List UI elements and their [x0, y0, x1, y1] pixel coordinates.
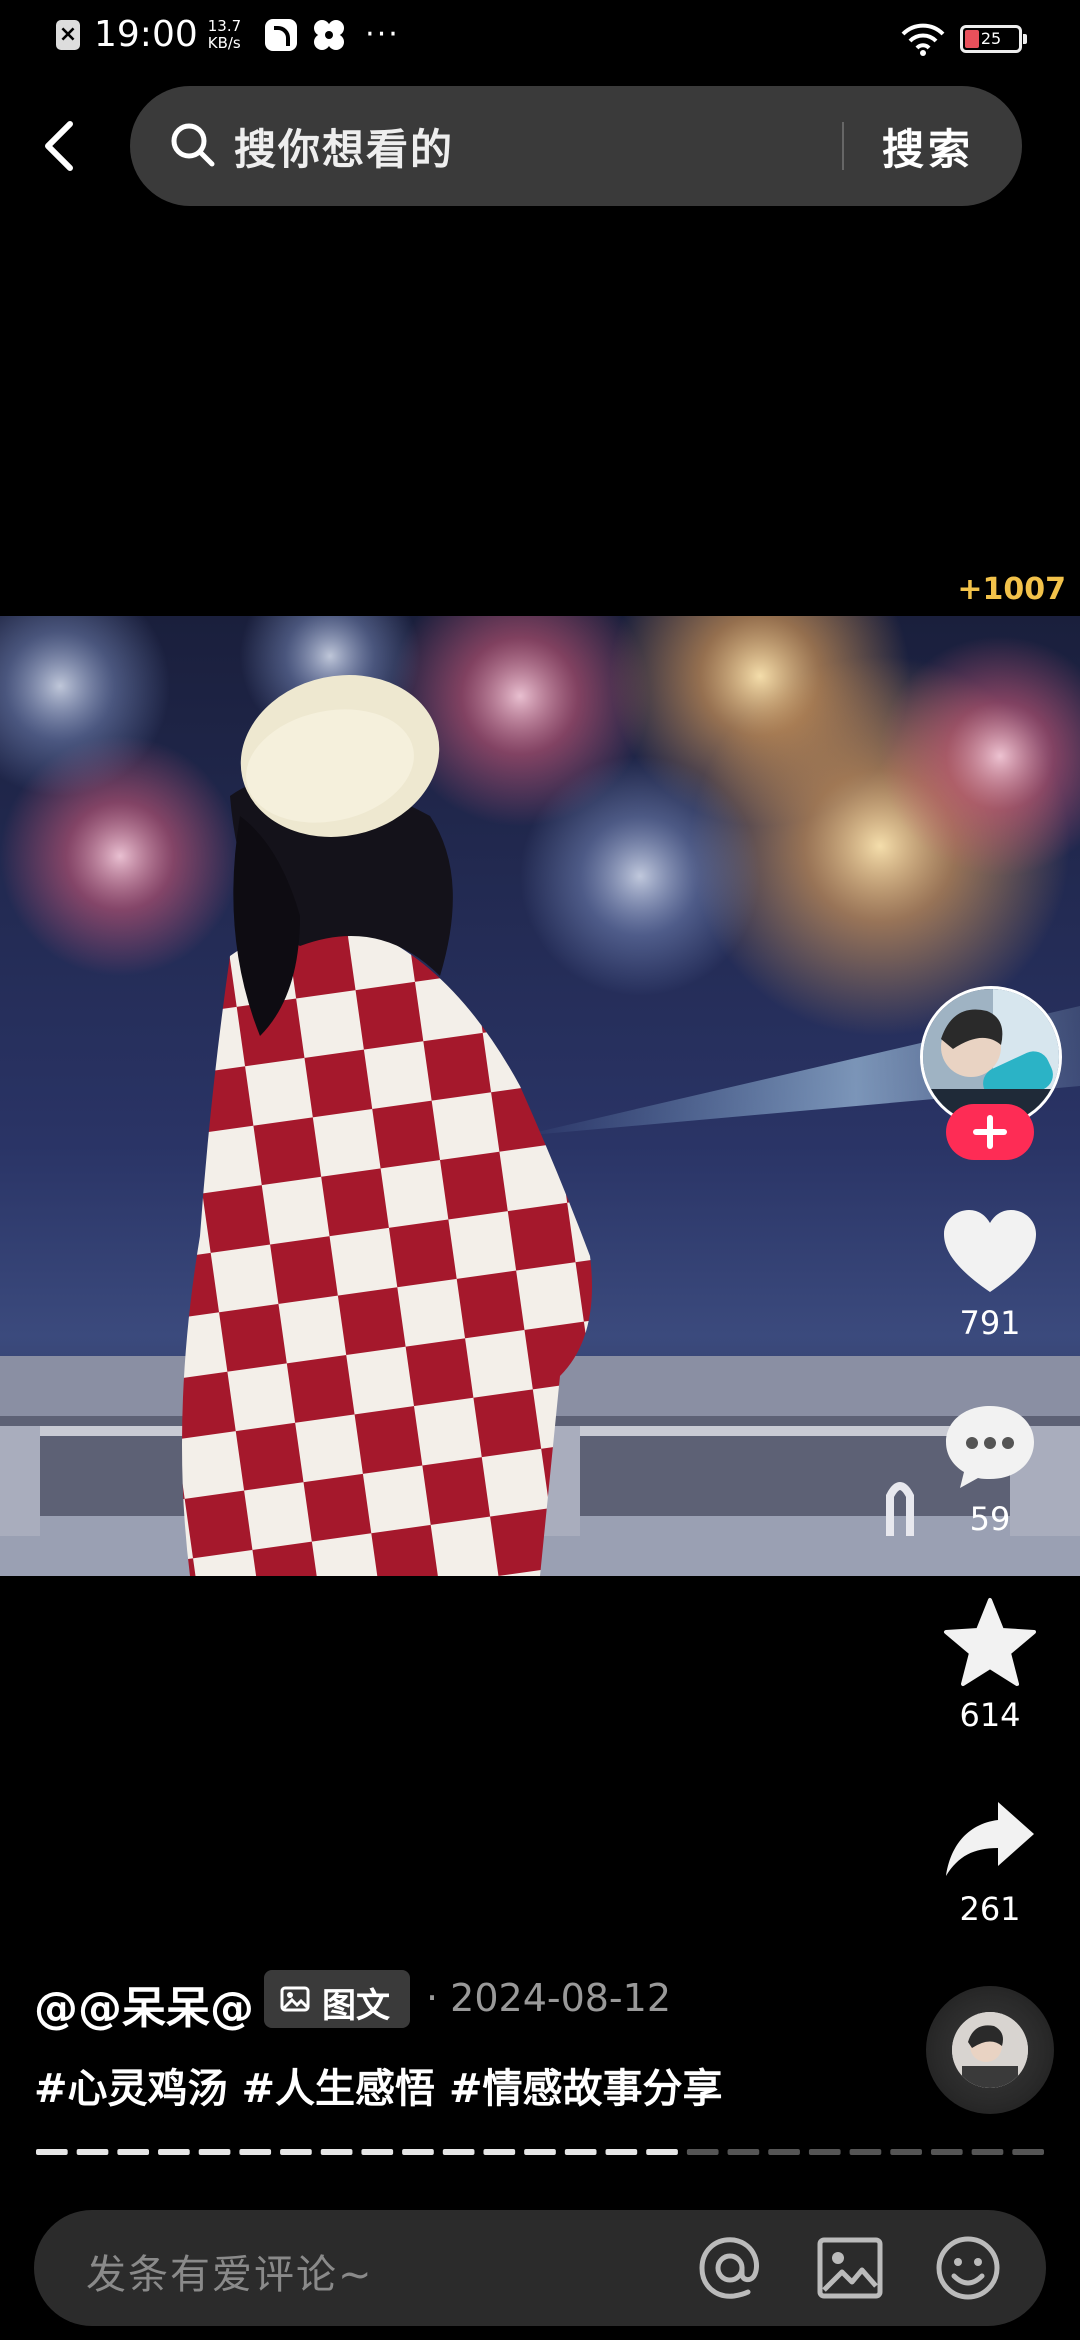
mention-icon[interactable]	[694, 2232, 766, 2304]
post-image[interactable]	[0, 616, 1080, 1576]
post-type-label: 图文	[322, 1986, 390, 2026]
battery-icon: 25	[960, 25, 1027, 53]
comment-count: 59	[969, 1500, 1011, 1538]
progress-segment	[442, 2149, 475, 2155]
image-picker-icon[interactable]	[814, 2232, 886, 2304]
progress-segment	[686, 2149, 719, 2155]
progress-segment	[320, 2149, 353, 2155]
progress-segment	[361, 2149, 394, 2155]
image-icon	[280, 1986, 310, 2012]
share-arrow-icon	[946, 1802, 1034, 1876]
comment-bubble-icon	[946, 1406, 1034, 1488]
notification-close-icon: ×	[56, 19, 80, 50]
progress-segment	[483, 2149, 516, 2155]
share-button[interactable]: 261	[930, 1796, 1050, 1928]
progress-segment	[768, 2149, 800, 2155]
progress-segment	[76, 2149, 109, 2155]
wifi-icon	[901, 23, 945, 56]
fan-notification-icon	[314, 19, 345, 50]
emoji-icon[interactable]	[932, 2232, 1004, 2304]
progress-segment	[808, 2149, 841, 2155]
comment-input[interactable]: 发条有爱评论~	[34, 2210, 1046, 2326]
status-time: 19:00	[94, 14, 198, 55]
progress-segment	[36, 2149, 68, 2155]
reward-count: +1007	[957, 572, 1066, 607]
search-placeholder: 搜你想看的	[234, 125, 455, 174]
comment-button[interactable]: 59	[930, 1402, 1050, 1538]
hashtag[interactable]: #情感故事分享	[449, 2056, 723, 2114]
star-icon	[944, 1598, 1036, 1686]
carousel-progress	[36, 2149, 1044, 2155]
music-disc[interactable]	[926, 1986, 1054, 2114]
search-icon	[171, 123, 215, 167]
hashtag-list: #心灵鸡汤 #人生感悟 #情感故事分享	[34, 2056, 723, 2114]
search-button[interactable]: 搜索	[882, 116, 974, 177]
share-count: 261	[959, 1890, 1021, 1928]
top-bar: 搜你想看的 搜索	[0, 86, 1080, 206]
hashtag[interactable]: #心灵鸡汤	[34, 2056, 228, 2114]
progress-segment	[890, 2149, 922, 2155]
progress-segment	[117, 2149, 150, 2155]
follow-button[interactable]	[946, 1104, 1034, 1160]
search-input[interactable]: 搜你想看的 搜索	[130, 86, 1022, 206]
progress-segment	[402, 2149, 434, 2155]
status-bar: × 19:00 13.7 KB/s ··· 25	[0, 0, 1080, 80]
battery-level: 25	[980, 29, 1002, 48]
back-button[interactable]	[30, 106, 90, 186]
progress-segment	[1012, 2149, 1044, 2155]
more-notifications-icon: ···	[365, 17, 400, 52]
music-cover-image	[952, 2012, 1028, 2088]
progress-segment	[280, 2149, 312, 2155]
tiktok-notification-icon	[265, 18, 298, 51]
search-divider	[842, 122, 844, 170]
like-button[interactable]: 791	[930, 1208, 1050, 1342]
progress-segment	[971, 2149, 1004, 2155]
comment-placeholder: 发条有爱评论~	[86, 2252, 374, 2298]
progress-segment	[646, 2149, 678, 2155]
post-type-badge: 图文	[264, 1970, 410, 2028]
progress-segment	[849, 2149, 882, 2155]
network-speed: 13.7 KB/s	[207, 16, 242, 52]
heart-icon	[944, 1210, 1036, 1292]
progress-segment	[564, 2149, 597, 2155]
progress-segment	[930, 2149, 963, 2155]
like-count: 791	[959, 1304, 1021, 1342]
progress-segment	[727, 2149, 760, 2155]
progress-segment	[158, 2149, 190, 2155]
progress-segment	[198, 2149, 231, 2155]
author-name[interactable]: @@呆呆@	[34, 1972, 254, 2036]
progress-segment	[524, 2149, 556, 2155]
favorite-button[interactable]: 614	[930, 1596, 1050, 1734]
network-speed-value: 13.7	[207, 16, 242, 35]
progress-segment	[605, 2149, 638, 2155]
progress-segment	[239, 2149, 272, 2155]
favorite-count: 614	[959, 1696, 1021, 1734]
network-speed-unit: KB/s	[207, 33, 241, 52]
post-date: · 2024-08-12	[426, 1976, 671, 2020]
hashtag[interactable]: #人生感悟	[242, 2056, 436, 2114]
